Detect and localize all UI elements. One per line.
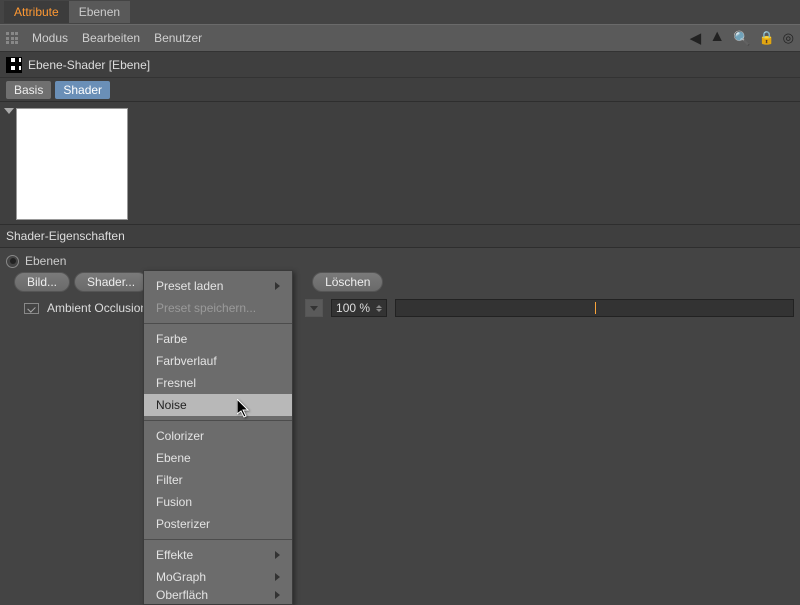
menu-fresnel[interactable]: Fresnel — [144, 372, 292, 394]
preview-area — [0, 102, 800, 224]
tab-shader[interactable]: Shader — [55, 81, 110, 99]
menu-colorizer[interactable]: Colorizer — [144, 425, 292, 447]
nav-back-icon[interactable]: ◀ — [690, 29, 702, 47]
shader-preview-swatch[interactable] — [16, 108, 128, 220]
delete-button[interactable]: Löschen — [312, 272, 383, 292]
submenu-arrow-icon — [275, 551, 280, 559]
menu-mograph[interactable]: MoGraph — [144, 566, 292, 588]
layer-slot-icon[interactable] — [24, 303, 39, 314]
tab-layers[interactable]: Ebenen — [69, 1, 130, 23]
lock-icon[interactable]: 🔒 — [758, 30, 774, 46]
shader-properties: Ebenen Bild... Shader... Löschen Ambient… — [0, 248, 800, 326]
object-title: Ebene-Shader [Ebene] — [28, 58, 150, 72]
menu-filter[interactable]: Filter — [144, 469, 292, 491]
menu-bar: Modus Bearbeiten Benutzer ◀ ▲ 🔍 🔒 ◎ — [0, 24, 800, 52]
menu-fusion[interactable]: Fusion — [144, 491, 292, 513]
menu-noise[interactable]: Noise — [144, 394, 292, 416]
menu-cut-item[interactable]: Oberfläch — [144, 588, 292, 600]
layers-radio[interactable] — [6, 255, 19, 268]
shader-slot-name: Ambient Occlusion — [47, 301, 147, 315]
shader-context-menu: Preset laden Preset speichern... Farbe F… — [143, 270, 293, 605]
disclosure-triangle-icon[interactable] — [4, 108, 14, 114]
submenu-arrow-icon — [275, 591, 280, 599]
menu-separator — [144, 420, 292, 421]
menu-load-preset[interactable]: Preset laden — [144, 275, 292, 297]
opacity-value: 100 % — [336, 301, 370, 315]
opacity-slider[interactable] — [395, 299, 794, 317]
opacity-spinner-icon[interactable] — [376, 305, 382, 312]
drag-grip-icon[interactable] — [6, 32, 18, 44]
submenu-arrow-icon — [275, 282, 280, 290]
menu-color[interactable]: Farbe — [144, 328, 292, 350]
tab-basic[interactable]: Basis — [6, 81, 51, 99]
menu-gradient[interactable]: Farbverlauf — [144, 350, 292, 372]
menu-save-preset: Preset speichern... — [144, 297, 292, 319]
submenu-arrow-icon — [275, 573, 280, 581]
section-title: Shader-Eigenschaften — [0, 224, 800, 248]
menu-layer[interactable]: Ebene — [144, 447, 292, 469]
panel-tabs: Attribute Ebenen — [0, 0, 800, 24]
layers-label: Ebenen — [25, 254, 66, 268]
target-icon[interactable]: ◎ — [783, 30, 794, 46]
image-button[interactable]: Bild... — [14, 272, 70, 292]
tab-attribute[interactable]: Attribute — [4, 1, 69, 23]
menu-mode[interactable]: Modus — [32, 31, 68, 45]
menu-user[interactable]: Benutzer — [154, 31, 202, 45]
menu-separator — [144, 539, 292, 540]
attribute-sub-tabs: Basis Shader — [0, 78, 800, 102]
search-icon[interactable]: 🔍 — [733, 30, 750, 47]
menu-edit[interactable]: Bearbeiten — [82, 31, 140, 45]
menu-effects[interactable]: Effekte — [144, 544, 292, 566]
opacity-input[interactable]: 100 % — [331, 299, 387, 317]
layer-shader-icon — [6, 57, 22, 73]
nav-up-icon[interactable]: ▲ — [709, 28, 725, 46]
menu-posterizer[interactable]: Posterizer — [144, 513, 292, 535]
menu-separator — [144, 323, 292, 324]
object-header: Ebene-Shader [Ebene] — [0, 52, 800, 78]
shader-button[interactable]: Shader... — [74, 272, 148, 292]
blend-mode-dropdown[interactable] — [305, 299, 323, 317]
